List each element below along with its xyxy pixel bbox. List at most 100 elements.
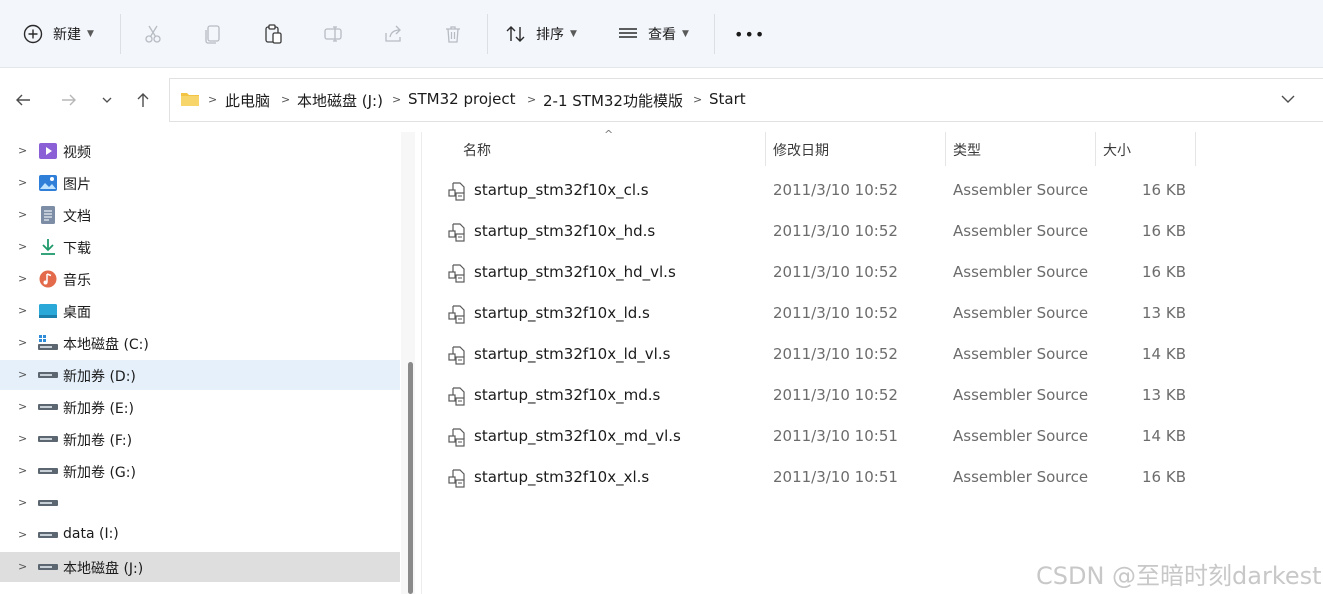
file-size: 16 KB bbox=[1142, 181, 1186, 199]
recent-locations-button[interactable] bbox=[94, 88, 120, 112]
column-header-name[interactable]: 名称 bbox=[463, 140, 491, 160]
sidebar-item-downloads[interactable]: > 下载 bbox=[0, 232, 400, 262]
sidebar-item-label: data (I:) bbox=[63, 526, 119, 542]
desktop-icon bbox=[39, 304, 57, 318]
assembler-file-icon bbox=[448, 264, 465, 283]
sidebar-item-drive-e[interactable]: > 新加券 (E:) bbox=[0, 392, 400, 422]
more-options-button[interactable]: ••• bbox=[734, 17, 765, 51]
chevron-right-icon[interactable]: > bbox=[18, 464, 27, 477]
sidebar-item-music[interactable]: > 音乐 bbox=[0, 264, 400, 294]
assembler-file-icon bbox=[448, 182, 465, 201]
delete-button[interactable] bbox=[440, 20, 466, 48]
file-row[interactable]: startup_stm32f10x_xl.s 2011/3/10 10:51 A… bbox=[430, 458, 1200, 498]
column-resize-handle[interactable] bbox=[1095, 132, 1096, 166]
breadcrumb-start[interactable]: Start bbox=[709, 90, 746, 108]
file-row[interactable]: startup_stm32f10x_ld.s 2011/3/10 10:52 A… bbox=[430, 294, 1200, 334]
back-button[interactable] bbox=[10, 88, 36, 112]
sidebar-item-label: 图片 bbox=[63, 177, 91, 193]
more-options-icon: ••• bbox=[734, 24, 766, 44]
paste-button[interactable] bbox=[260, 20, 286, 48]
file-row[interactable]: startup_stm32f10x_md_vl.s 2011/3/10 10:5… bbox=[430, 417, 1200, 457]
file-row[interactable]: startup_stm32f10x_cl.s 2011/3/10 10:52 A… bbox=[430, 171, 1200, 211]
file-row[interactable]: startup_stm32f10x_md.s 2011/3/10 10:52 A… bbox=[430, 376, 1200, 416]
up-button[interactable] bbox=[130, 88, 156, 112]
copy-button[interactable] bbox=[200, 20, 226, 48]
sidebar-item-desktop[interactable]: > 桌面 bbox=[0, 296, 400, 326]
column-header-type[interactable]: 类型 bbox=[953, 140, 981, 160]
chevron-down-icon bbox=[1281, 95, 1295, 103]
file-type: Assembler Source bbox=[953, 427, 1089, 445]
chevron-right-icon[interactable]: > bbox=[18, 144, 27, 157]
chevron-right-icon[interactable]: > bbox=[18, 496, 27, 509]
chevron-right-icon[interactable]: > bbox=[18, 208, 27, 221]
chevron-right-icon[interactable]: > bbox=[18, 368, 27, 381]
column-header-size[interactable]: 大小 bbox=[1103, 140, 1131, 160]
assembler-file-icon bbox=[448, 223, 465, 242]
share-icon bbox=[385, 25, 401, 42]
sidebar-item-drive-i[interactable]: > data (I:) bbox=[0, 520, 400, 550]
new-button[interactable]: 新建 ▼ bbox=[22, 17, 94, 51]
pane-divider[interactable] bbox=[421, 132, 422, 594]
sidebar-item-drive-unnamed[interactable]: > bbox=[0, 488, 400, 518]
breadcrumb-stm32-project[interactable]: STM32 project bbox=[408, 90, 516, 108]
drive-icon bbox=[38, 468, 58, 474]
sort-button[interactable]: 排序 ▼ bbox=[505, 17, 577, 51]
file-row[interactable]: startup_stm32f10x_hd_vl.s 2011/3/10 10:5… bbox=[430, 253, 1200, 293]
chevron-down-icon: ▼ bbox=[87, 29, 94, 39]
file-size: 16 KB bbox=[1142, 222, 1186, 240]
file-name: startup_stm32f10x_cl.s bbox=[474, 181, 649, 199]
file-name: startup_stm32f10x_hd_vl.s bbox=[474, 263, 676, 281]
file-date: 2011/3/10 10:52 bbox=[773, 222, 898, 240]
column-header-date[interactable]: 修改日期 bbox=[773, 140, 829, 160]
sidebar-item-label: 本地磁盘 (J:) bbox=[63, 561, 144, 577]
chevron-right-icon[interactable]: > bbox=[18, 528, 27, 541]
chevron-right-icon[interactable]: > bbox=[18, 304, 27, 317]
file-name: startup_stm32f10x_ld.s bbox=[474, 304, 650, 322]
toolbar-separator bbox=[120, 14, 121, 54]
column-resize-handle[interactable] bbox=[945, 132, 946, 166]
sidebar-item-drive-j[interactable]: > 本地磁盘 (J:) bbox=[0, 552, 400, 582]
breadcrumb-drive-j[interactable]: 本地磁盘 (J:) bbox=[297, 90, 383, 111]
breadcrumb-this-pc[interactable]: 此电脑 bbox=[225, 90, 270, 111]
system-drive-icon bbox=[38, 335, 58, 350]
chevron-right-icon[interactable]: > bbox=[18, 560, 27, 573]
view-button[interactable]: 查看 ▼ bbox=[617, 17, 689, 51]
assembler-file-icon bbox=[448, 387, 465, 406]
chevron-right-icon[interactable]: > bbox=[18, 400, 27, 413]
rename-button[interactable] bbox=[320, 20, 346, 48]
drive-icon bbox=[38, 532, 58, 538]
chevron-right-icon[interactable]: > bbox=[18, 176, 27, 189]
new-button-label: 新建 bbox=[53, 27, 81, 43]
chevron-right-icon[interactable]: > bbox=[18, 272, 27, 285]
chevron-right-icon: > bbox=[208, 93, 218, 106]
pictures-icon bbox=[39, 175, 57, 191]
file-row[interactable]: startup_stm32f10x_hd.s 2011/3/10 10:52 A… bbox=[430, 212, 1200, 252]
file-row[interactable]: startup_stm32f10x_ld_vl.s 2011/3/10 10:5… bbox=[430, 335, 1200, 375]
sidebar-item-drive-d[interactable]: > 新加券 (D:) bbox=[0, 360, 400, 390]
sidebar-item-drive-g[interactable]: > 新加卷 (G:) bbox=[0, 456, 400, 486]
share-button[interactable] bbox=[380, 20, 406, 48]
column-resize-handle[interactable] bbox=[765, 132, 766, 166]
sidebar-item-documents[interactable]: > 文档 bbox=[0, 200, 400, 230]
file-type: Assembler Source bbox=[953, 263, 1089, 281]
breadcrumb-template[interactable]: 2-1 STM32功能模版 bbox=[543, 90, 683, 111]
copy-icon bbox=[205, 25, 220, 44]
chevron-right-icon: > bbox=[392, 93, 402, 106]
assembler-file-icon bbox=[448, 428, 465, 447]
sidebar-item-label: 新加卷 (G:) bbox=[63, 465, 136, 481]
cut-button[interactable] bbox=[140, 20, 166, 48]
chevron-right-icon[interactable]: > bbox=[18, 240, 27, 253]
column-resize-handle[interactable] bbox=[1195, 132, 1196, 166]
sidebar-item-drive-f[interactable]: > 新加卷 (F:) bbox=[0, 424, 400, 454]
address-history-button[interactable] bbox=[1279, 91, 1297, 111]
sidebar-item-drive-c[interactable]: > 本地磁盘 (C:) bbox=[0, 328, 400, 358]
chevron-right-icon[interactable]: > bbox=[18, 336, 27, 349]
file-date: 2011/3/10 10:51 bbox=[773, 427, 898, 445]
forward-button[interactable] bbox=[56, 88, 82, 112]
sidebar-scrollbar-thumb[interactable] bbox=[408, 362, 413, 594]
chevron-right-icon[interactable]: > bbox=[18, 432, 27, 445]
sidebar-item-videos[interactable]: > 视频 bbox=[0, 136, 400, 166]
file-size: 13 KB bbox=[1142, 304, 1186, 322]
drive-icon bbox=[38, 404, 58, 410]
sidebar-item-pictures[interactable]: > 图片 bbox=[0, 168, 400, 198]
